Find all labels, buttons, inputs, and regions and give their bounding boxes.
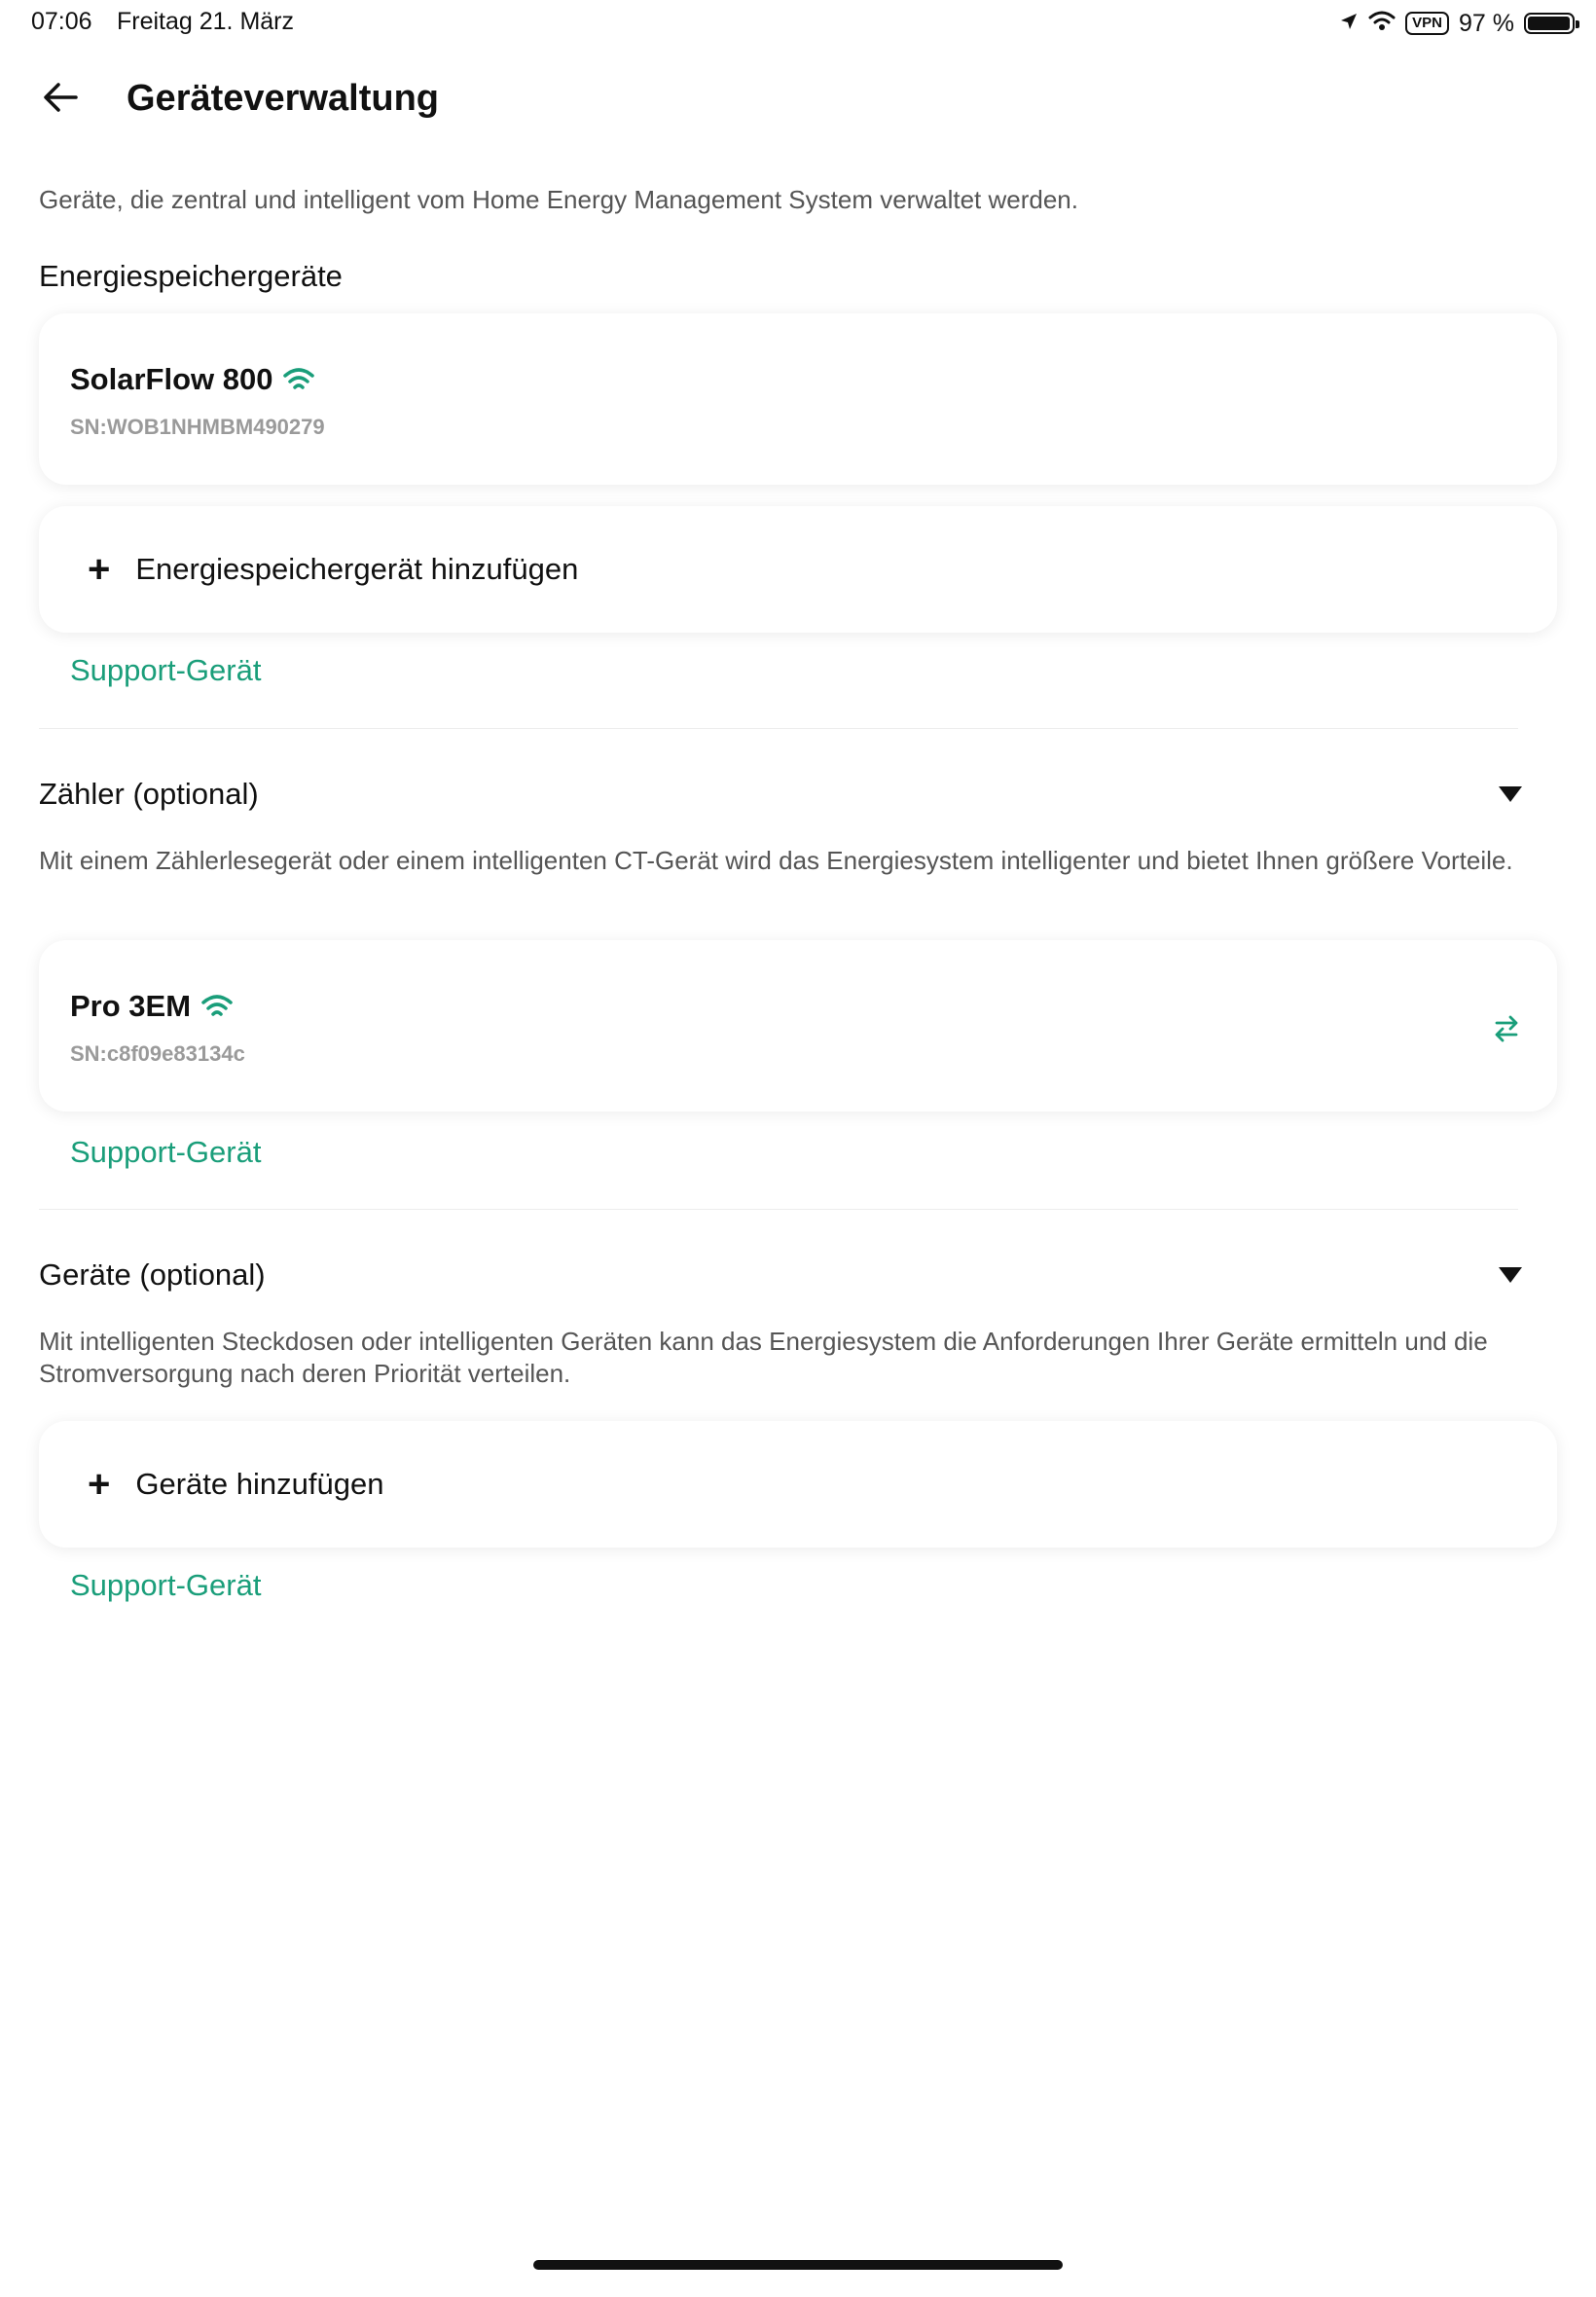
wifi-connected-icon <box>283 368 315 389</box>
add-storage-label: Energiespeichergerät hinzufügen <box>135 552 579 586</box>
status-bar: 07:06 Freitag 21. März VPN 97 % <box>0 0 1596 49</box>
support-device-link-storage[interactable]: Support-Gerät <box>70 653 261 688</box>
plus-icon: + <box>88 1463 111 1506</box>
chevron-down-icon[interactable] <box>1499 1267 1522 1283</box>
location-arrow-icon <box>1339 10 1359 38</box>
divider <box>39 1209 1518 1210</box>
add-storage-row[interactable]: + Energiespeichergerät hinzufügen <box>88 506 578 633</box>
support-device-link-appliances[interactable]: Support-Gerät <box>70 1568 261 1603</box>
status-indicators: VPN 97 % <box>1339 8 1579 39</box>
wifi-icon <box>1368 10 1396 38</box>
swap-arrows-icon[interactable] <box>1487 1008 1526 1047</box>
device-name: Pro 3EM <box>70 989 234 1024</box>
add-appliance-row[interactable]: + Geräte hinzufügen <box>88 1421 383 1548</box>
add-appliance-label: Geräte hinzufügen <box>135 1467 384 1501</box>
battery-tip <box>1576 20 1579 28</box>
section-title-appliances: Geräte (optional) <box>39 1258 266 1292</box>
arrow-left-icon <box>44 83 78 112</box>
status-date: Freitag 21. März <box>117 8 295 35</box>
device-card-pro3em[interactable]: Pro 3EM SN:c8f09e83134c <box>39 940 1557 1112</box>
device-name-label: SolarFlow 800 <box>70 362 273 396</box>
device-name: SolarFlow 800 <box>70 362 315 397</box>
page-title: Geräteverwaltung <box>127 78 439 119</box>
wifi-connected-icon <box>201 995 233 1016</box>
status-time: 07:06 <box>31 8 92 35</box>
battery-fill <box>1528 17 1570 30</box>
section-title-storage: Energiespeichergeräte <box>39 259 343 293</box>
home-indicator[interactable] <box>533 2260 1063 2270</box>
device-serial: SN:c8f09e83134c <box>70 1041 245 1066</box>
device-serial: SN:WOB1NHMBM490279 <box>70 415 325 439</box>
add-storage-device-button[interactable]: + Energiespeichergerät hinzufügen <box>39 506 1557 633</box>
battery-icon <box>1524 13 1579 34</box>
vpn-badge: VPN <box>1405 12 1450 35</box>
section-title-meter: Zähler (optional) <box>39 777 259 811</box>
divider <box>39 728 1518 729</box>
add-appliance-button[interactable]: + Geräte hinzufügen <box>39 1421 1557 1548</box>
device-name-label: Pro 3EM <box>70 989 192 1023</box>
section-description-appliances: Mit intelligenten Steckdosen oder intell… <box>39 1327 1488 1388</box>
device-card-solarflow[interactable]: SolarFlow 800 SN:WOB1NHMBM490279 <box>39 313 1557 485</box>
chevron-down-icon[interactable] <box>1499 786 1522 802</box>
support-device-link-meter[interactable]: Support-Gerät <box>70 1135 261 1170</box>
back-button[interactable] <box>39 74 86 121</box>
page-intro: Geräte, die zentral und intelligent vom … <box>39 185 1078 214</box>
plus-icon: + <box>88 548 111 591</box>
section-description-meter: Mit einem Zählerlesegerät oder einem int… <box>39 846 1513 875</box>
battery-percent: 97 % <box>1459 9 1514 37</box>
